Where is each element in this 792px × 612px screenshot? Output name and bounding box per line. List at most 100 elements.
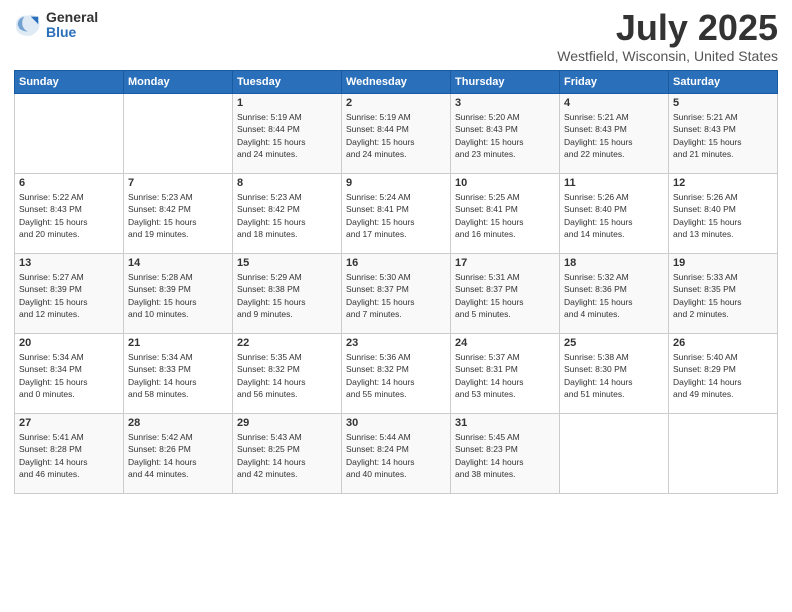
day-number: 20 — [19, 337, 119, 349]
calendar-cell: 28 Sunrise: 5:42 AM Sunset: 8:26 PM Dayli… — [124, 414, 233, 494]
calendar-cell: 30 Sunrise: 5:44 AM Sunset: 8:24 PM Dayli… — [342, 414, 451, 494]
calendar-cell: 21Sunrise: 5:34 AM Sunset: 8:33 PM Dayli… — [124, 334, 233, 414]
day-info: Sunrise: 5:23 AM Sunset: 8:42 PM Dayligh… — [237, 191, 337, 240]
day-info: Sunrise: 5:34 AM Sunset: 8:34 PM Dayligh… — [19, 351, 119, 400]
day-number: 5 — [673, 97, 773, 109]
calendar-cell: 19Sunrise: 5:33 AM Sunset: 8:35 PM Dayli… — [669, 254, 778, 334]
title-block: July 2025 Westfield, Wisconsin, United S… — [557, 10, 778, 64]
day-number: 9 — [346, 177, 446, 189]
calendar-cell — [560, 414, 669, 494]
day-number: 3 — [455, 97, 555, 109]
day-number: 27 — [19, 417, 119, 429]
page: General Blue July 2025 Westfield, Wiscon… — [0, 0, 792, 612]
day-number: 31 — [455, 417, 555, 429]
day-number: 13 — [19, 257, 119, 269]
day-info: Sunrise: 5:29 AM Sunset: 8:38 PM Dayligh… — [237, 271, 337, 320]
day-info: Sunrise: 5:42 AM Sunset: 8:26 PM Dayligh… — [128, 431, 228, 480]
day-number: 15 — [237, 257, 337, 269]
day-number: 2 — [346, 97, 446, 109]
calendar-table: SundayMondayTuesdayWednesdayThursdayFrid… — [14, 70, 778, 494]
calendar-cell: 7 Sunrise: 5:23 AM Sunset: 8:42 PM Daylig… — [124, 174, 233, 254]
calendar-cell: 24 Sunrise: 5:37 AM Sunset: 8:31 PM Dayli… — [451, 334, 560, 414]
calendar-cell: 22Sunrise: 5:35 AM Sunset: 8:32 PM Dayli… — [233, 334, 342, 414]
logo-text: General Blue — [46, 10, 98, 41]
calendar-cell: 9 Sunrise: 5:24 AM Sunset: 8:41 PM Daylig… — [342, 174, 451, 254]
calendar-cell: 25Sunrise: 5:38 AM Sunset: 8:30 PM Dayli… — [560, 334, 669, 414]
week-row-0: 1Sunrise: 5:19 AM Sunset: 8:44 PM Daylig… — [15, 94, 778, 174]
logo: General Blue — [14, 10, 98, 41]
calendar-cell: 23 Sunrise: 5:36 AM Sunset: 8:32 PM Dayli… — [342, 334, 451, 414]
logo-general: General — [46, 10, 98, 25]
day-number: 6 — [19, 177, 119, 189]
column-header-saturday: Saturday — [669, 71, 778, 94]
calendar-cell: 18 Sunrise: 5:32 AM Sunset: 8:36 PM Dayli… — [560, 254, 669, 334]
calendar-cell: 27Sunrise: 5:41 AM Sunset: 8:28 PM Dayli… — [15, 414, 124, 494]
calendar-cell: 2 Sunrise: 5:19 AM Sunset: 8:44 PM Daylig… — [342, 94, 451, 174]
day-number: 30 — [346, 417, 446, 429]
day-number: 24 — [455, 337, 555, 349]
day-info: Sunrise: 5:28 AM Sunset: 8:39 PM Dayligh… — [128, 271, 228, 320]
calendar-cell: 6 Sunrise: 5:22 AM Sunset: 8:43 PM Daylig… — [15, 174, 124, 254]
day-number: 28 — [128, 417, 228, 429]
calendar-cell — [669, 414, 778, 494]
calendar-cell: 3 Sunrise: 5:20 AM Sunset: 8:43 PM Daylig… — [451, 94, 560, 174]
column-header-thursday: Thursday — [451, 71, 560, 94]
day-number: 19 — [673, 257, 773, 269]
day-info: Sunrise: 5:23 AM Sunset: 8:42 PM Dayligh… — [128, 191, 228, 240]
calendar-cell: 4Sunrise: 5:21 AM Sunset: 8:43 PM Daylig… — [560, 94, 669, 174]
calendar-cell — [124, 94, 233, 174]
day-number: 29 — [237, 417, 337, 429]
column-header-friday: Friday — [560, 71, 669, 94]
day-info: Sunrise: 5:19 AM Sunset: 8:44 PM Dayligh… — [346, 111, 446, 160]
header-row: SundayMondayTuesdayWednesdayThursdayFrid… — [15, 71, 778, 94]
day-info: Sunrise: 5:40 AM Sunset: 8:29 PM Dayligh… — [673, 351, 773, 400]
day-info: Sunrise: 5:22 AM Sunset: 8:43 PM Dayligh… — [19, 191, 119, 240]
day-info: Sunrise: 5:24 AM Sunset: 8:41 PM Dayligh… — [346, 191, 446, 240]
day-info: Sunrise: 5:26 AM Sunset: 8:40 PM Dayligh… — [673, 191, 773, 240]
day-info: Sunrise: 5:21 AM Sunset: 8:43 PM Dayligh… — [673, 111, 773, 160]
column-header-monday: Monday — [124, 71, 233, 94]
day-info: Sunrise: 5:35 AM Sunset: 8:32 PM Dayligh… — [237, 351, 337, 400]
day-info: Sunrise: 5:37 AM Sunset: 8:31 PM Dayligh… — [455, 351, 555, 400]
day-number: 7 — [128, 177, 228, 189]
column-header-tuesday: Tuesday — [233, 71, 342, 94]
calendar-cell: 15 Sunrise: 5:29 AM Sunset: 8:38 PM Dayli… — [233, 254, 342, 334]
calendar-cell: 14Sunrise: 5:28 AM Sunset: 8:39 PM Dayli… — [124, 254, 233, 334]
day-info: Sunrise: 5:45 AM Sunset: 8:23 PM Dayligh… — [455, 431, 555, 480]
calendar-cell: 26 Sunrise: 5:40 AM Sunset: 8:29 PM Dayli… — [669, 334, 778, 414]
day-number: 26 — [673, 337, 773, 349]
day-number: 4 — [564, 97, 664, 109]
month-title: July 2025 — [557, 10, 778, 46]
day-number: 8 — [237, 177, 337, 189]
day-info: Sunrise: 5:31 AM Sunset: 8:37 PM Dayligh… — [455, 271, 555, 320]
location: Westfield, Wisconsin, United States — [557, 48, 778, 64]
calendar-cell: 10 Sunrise: 5:25 AM Sunset: 8:41 PM Dayli… — [451, 174, 560, 254]
day-info: Sunrise: 5:27 AM Sunset: 8:39 PM Dayligh… — [19, 271, 119, 320]
day-number: 12 — [673, 177, 773, 189]
logo-icon — [14, 11, 42, 39]
day-number: 10 — [455, 177, 555, 189]
week-row-2: 13 Sunrise: 5:27 AM Sunset: 8:39 PM Dayli… — [15, 254, 778, 334]
calendar-cell: 29Sunrise: 5:43 AM Sunset: 8:25 PM Dayli… — [233, 414, 342, 494]
day-info: Sunrise: 5:30 AM Sunset: 8:37 PM Dayligh… — [346, 271, 446, 320]
day-number: 18 — [564, 257, 664, 269]
day-info: Sunrise: 5:32 AM Sunset: 8:36 PM Dayligh… — [564, 271, 664, 320]
day-info: Sunrise: 5:44 AM Sunset: 8:24 PM Dayligh… — [346, 431, 446, 480]
day-info: Sunrise: 5:25 AM Sunset: 8:41 PM Dayligh… — [455, 191, 555, 240]
week-row-4: 27Sunrise: 5:41 AM Sunset: 8:28 PM Dayli… — [15, 414, 778, 494]
day-info: Sunrise: 5:36 AM Sunset: 8:32 PM Dayligh… — [346, 351, 446, 400]
day-number: 21 — [128, 337, 228, 349]
calendar-cell: 17Sunrise: 5:31 AM Sunset: 8:37 PM Dayli… — [451, 254, 560, 334]
calendar-cell: 16 Sunrise: 5:30 AM Sunset: 8:37 PM Dayli… — [342, 254, 451, 334]
calendar-cell: 31 Sunrise: 5:45 AM Sunset: 8:23 PM Dayli… — [451, 414, 560, 494]
calendar-cell: 11Sunrise: 5:26 AM Sunset: 8:40 PM Dayli… — [560, 174, 669, 254]
week-row-1: 6 Sunrise: 5:22 AM Sunset: 8:43 PM Daylig… — [15, 174, 778, 254]
logo-blue: Blue — [46, 25, 98, 40]
calendar-cell — [15, 94, 124, 174]
day-info: Sunrise: 5:20 AM Sunset: 8:43 PM Dayligh… — [455, 111, 555, 160]
header: General Blue July 2025 Westfield, Wiscon… — [14, 10, 778, 64]
day-info: Sunrise: 5:38 AM Sunset: 8:30 PM Dayligh… — [564, 351, 664, 400]
calendar-cell: 12 Sunrise: 5:26 AM Sunset: 8:40 PM Dayli… — [669, 174, 778, 254]
day-number: 23 — [346, 337, 446, 349]
day-number: 16 — [346, 257, 446, 269]
